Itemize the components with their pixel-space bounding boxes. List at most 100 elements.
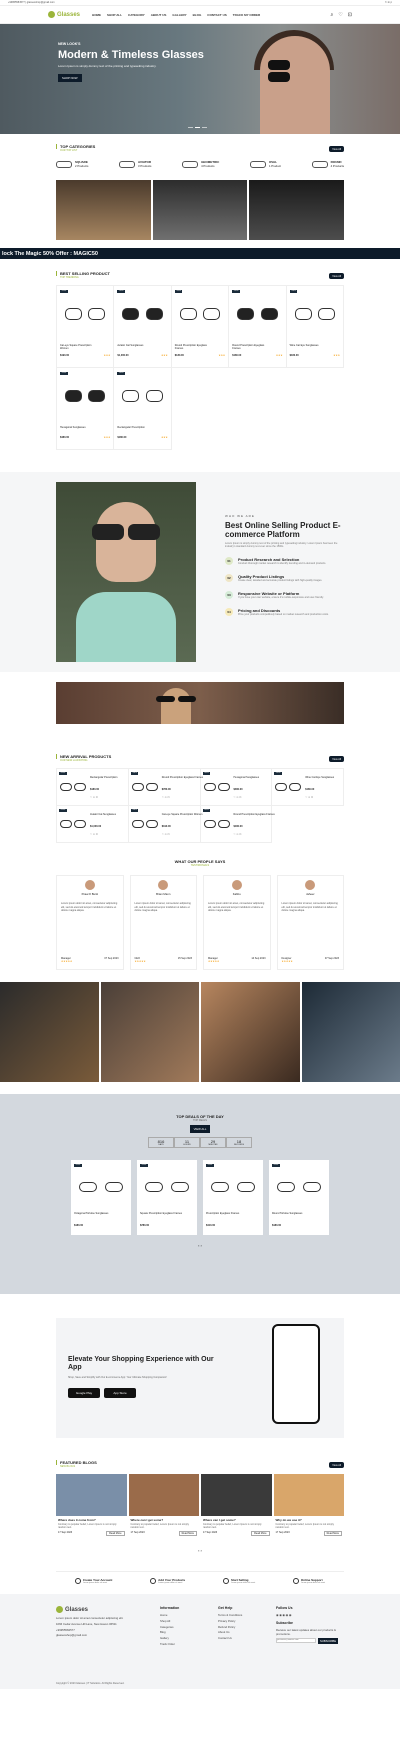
view-all-button[interactable]: VIEW ALL: [189, 1125, 211, 1133]
blog-title[interactable]: Where can I get some?: [131, 1518, 198, 1522]
product-name[interactable]: Round Tortoise Sunglasses: [272, 1212, 326, 1215]
product-actions[interactable]: ♡ ⊙ ⊡: [234, 833, 242, 836]
deal-card[interactable]: -20% Prescription Eyeglass Frames $410.00: [203, 1160, 263, 1235]
footer-link[interactable]: Privacy Policy: [218, 1619, 242, 1623]
nav-item[interactable]: ABOUT US: [151, 13, 167, 17]
nav-item[interactable]: BLOG: [193, 13, 202, 17]
cart-icon[interactable]: ⊡: [348, 12, 352, 18]
product-name[interactable]: Wine Cat Eye Sunglasses: [290, 344, 329, 347]
footer-link[interactable]: Blog: [160, 1630, 179, 1634]
nav-item[interactable]: CONTACT US: [207, 13, 226, 17]
gallery-image[interactable]: [0, 982, 99, 1082]
footer-link[interactable]: Categories: [160, 1625, 179, 1629]
blog-title[interactable]: Where can I get some?: [203, 1518, 270, 1522]
product-actions[interactable]: ♡ ⊙ ⊡: [162, 833, 170, 836]
blog-title[interactable]: Where does it come from?: [58, 1518, 125, 1522]
read-more-button[interactable]: Read More: [178, 1531, 197, 1536]
nav-item[interactable]: TRACK MY ORDER: [233, 13, 260, 17]
product-name[interactable]: Wine Cat Eye Sunglasses: [305, 776, 355, 779]
banner-image[interactable]: [249, 180, 345, 240]
footer-link[interactable]: About Us: [218, 1630, 242, 1634]
blog-card[interactable]: Where can I get some? Contrary to popular…: [128, 1474, 199, 1544]
category-item[interactable]: OVAL 1 Product: [249, 160, 281, 168]
logo[interactable]: Glasses: [48, 11, 80, 18]
product-card[interactable]: -20% Hexagonal Sunglasses $480.00 ♡ ⊙ ⊡: [200, 769, 273, 806]
read-more-button[interactable]: Read More: [106, 1531, 125, 1536]
footer-link[interactable]: Terms & Conditions: [218, 1613, 242, 1617]
blog-card[interactable]: Where does it come from? Contrary to popu…: [56, 1474, 127, 1544]
product-card[interactable]: -20% Round Prescription Eyeglass Frames $1…: [171, 286, 230, 368]
email-field[interactable]: [276, 1637, 316, 1643]
slider-arrows[interactable]: ‹ ›: [56, 1548, 344, 1553]
slider-dots[interactable]: [188, 126, 207, 128]
product-actions[interactable]: ♡ ⊙ ⊡: [90, 833, 98, 836]
product-card[interactable]: -20% Cat-eye Square Prescription Women $19…: [57, 286, 115, 368]
category-item[interactable]: SQUARE 2 Products: [56, 160, 88, 168]
product-card[interactable]: -20% Aviator Cat Sunglasses $1,000.00 ★★★: [114, 286, 172, 368]
view-all-button[interactable]: View All: [329, 1462, 344, 1468]
footer-link[interactable]: Refund Policy: [218, 1625, 242, 1629]
product-actions[interactable]: ♡ ⊙ ⊡: [305, 796, 313, 799]
product-card[interactable]: -20% Cat-eye Square Prescription Women $19…: [128, 806, 202, 843]
nav-item[interactable]: SHOP ALL: [107, 13, 122, 17]
blog-title[interactable]: Why do we use it?: [276, 1518, 343, 1522]
app-store-button[interactable]: App Store: [104, 1388, 136, 1398]
product-actions[interactable]: ♡ ⊙ ⊡: [234, 796, 242, 799]
social-links[interactable]: f t in p: [385, 1, 392, 4]
gallery-image[interactable]: [301, 982, 400, 1082]
product-name[interactable]: Round Prescription Eyeglass Frames: [232, 344, 271, 350]
product-name[interactable]: Rectangular Prescription: [117, 426, 156, 429]
social-icons[interactable]: ◉ ◉ ◉ ◉ ◉: [276, 1613, 346, 1617]
product-card[interactable]: -20% Rectangular Prescription $180.00 ♡ ⊙ ⊡: [57, 769, 129, 806]
category-item[interactable]: ROUND 4 Products: [311, 160, 344, 168]
footer-link[interactable]: Shop All: [160, 1619, 179, 1623]
product-card[interactable]: -20% Wine Cat Eye Sunglasses $180.00 ★★★: [286, 286, 344, 368]
footer-link[interactable]: Home: [160, 1613, 179, 1617]
product-card[interactable]: -20% Wine Cat Eye Sunglasses $180.00 ♡ ⊙ ⊡: [272, 769, 344, 806]
product-card[interactable]: -20% Rectangular Prescription $180.00 ★★★: [114, 368, 172, 450]
nav-item[interactable]: CATEGORY: [128, 13, 145, 17]
product-actions[interactable]: ♡ ⊙ ⊡: [90, 796, 98, 799]
banner-image[interactable]: [56, 180, 151, 240]
view-all-button[interactable]: View All: [329, 146, 344, 152]
read-more-button[interactable]: Read More: [251, 1531, 270, 1536]
footer-link[interactable]: Gallery: [160, 1636, 179, 1640]
heart-icon[interactable]: ♡: [338, 12, 342, 18]
subscribe-button[interactable]: SUBSCRIBE: [318, 1637, 339, 1644]
view-all-button[interactable]: View All: [329, 756, 344, 762]
nav-item[interactable]: GALLERY: [172, 13, 186, 17]
footer-link[interactable]: Track Order: [160, 1642, 179, 1646]
product-name[interactable]: Aviator Cat Sunglasses: [117, 344, 156, 347]
search-icon[interactable]: ⌕: [331, 12, 334, 18]
category-item[interactable]: GEOMETRIC 4 Products: [182, 160, 219, 168]
view-all-button[interactable]: View All: [329, 273, 344, 279]
product-name[interactable]: Round Prescription Eyeglass Frames: [175, 344, 214, 350]
product-name[interactable]: Round Prescription Eyeglass Frames: [234, 813, 284, 816]
product-name[interactable]: Cat-eye Square Prescription Women: [60, 344, 99, 350]
product-name[interactable]: Prescription Eyeglass Frames: [206, 1212, 260, 1215]
product-card[interactable]: -20% Aviator Cat Sunglasses $1,000.00 ♡ ⊙ ⊡: [57, 806, 129, 843]
gallery-image[interactable]: [100, 982, 199, 1082]
deal-card[interactable]: -20% Square Prescription Eyeglass Frames $…: [137, 1160, 197, 1235]
product-card[interactable]: -20% Hexagonal Sunglasses $480.00 ★★★: [57, 368, 115, 450]
read-more-button[interactable]: Read More: [323, 1531, 342, 1536]
product-actions[interactable]: ♡ ⊙ ⊡: [162, 796, 170, 799]
slider-arrows[interactable]: ‹ ›: [0, 1243, 400, 1248]
nav-item[interactable]: HOME: [92, 13, 101, 17]
shop-now-button[interactable]: SHOP NOW: [58, 74, 82, 82]
blog-card[interactable]: Why do we use it? Contrary to popular bel…: [273, 1474, 344, 1544]
product-name[interactable]: Octagonal Tortoise Sunglasses: [74, 1212, 128, 1215]
product-name[interactable]: Hexagonal Sunglasses: [60, 426, 99, 429]
gallery-image[interactable]: [201, 982, 300, 1082]
product-card[interactable]: -20% Round Prescription Eyeglass Frames $1…: [229, 286, 287, 368]
deal-card[interactable]: -20% Round Tortoise Sunglasses $180.00: [269, 1160, 329, 1235]
category-item[interactable]: AVIATOR 3 Products: [119, 160, 151, 168]
deal-card[interactable]: -20% Octagonal Tortoise Sunglasses $180.00: [71, 1160, 131, 1235]
footer-link[interactable]: Contact Us: [218, 1636, 242, 1640]
product-card[interactable]: -20% Round Prescription Eyeglass Frames $7…: [128, 769, 203, 806]
blog-card[interactable]: Where can I get some? Contrary to popular…: [201, 1474, 272, 1544]
google-play-button[interactable]: Google Play: [68, 1388, 100, 1398]
banner-image[interactable]: [152, 180, 248, 240]
product-name[interactable]: Square Prescription Eyeglass Frames: [140, 1212, 194, 1215]
product-card[interactable]: -20% Round Prescription Eyeglass Frames $1…: [200, 806, 275, 843]
